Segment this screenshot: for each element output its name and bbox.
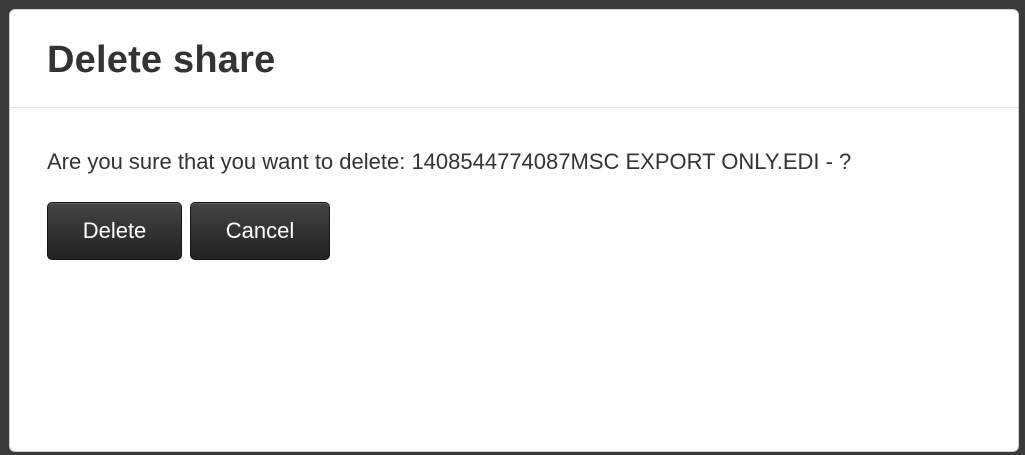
dialog-title: Delete share <box>47 39 276 81</box>
dialog-actions: Delete Cancel <box>47 202 981 260</box>
dialog-body: Are you sure that you want to delete: 14… <box>10 108 1018 260</box>
dialog-header: Delete share <box>10 10 1018 108</box>
delete-share-dialog: Delete share Are you sure that you want … <box>9 9 1019 452</box>
cancel-button[interactable]: Cancel <box>190 202 330 260</box>
delete-button[interactable]: Delete <box>47 202 182 260</box>
confirmation-message: Are you sure that you want to delete: 14… <box>47 149 852 174</box>
